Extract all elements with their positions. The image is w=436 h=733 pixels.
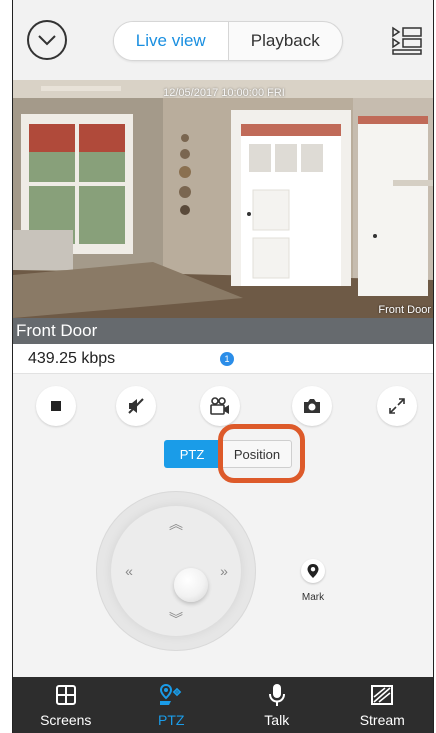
tab-live-view[interactable]: Live view — [114, 22, 229, 60]
snapshot-button[interactable] — [292, 386, 332, 426]
nav-item-talk[interactable]: Talk — [224, 677, 330, 733]
ptz-icon — [158, 683, 184, 707]
stop-button[interactable] — [36, 386, 76, 426]
pan-up-arrow-icon[interactable]: ︽ — [166, 514, 186, 534]
video-record-icon — [210, 397, 229, 415]
nav-label-screens: Screens — [40, 712, 92, 728]
location-pin-icon — [307, 564, 319, 578]
nav-item-ptz[interactable]: PTZ — [119, 677, 225, 733]
screens-icon — [53, 683, 79, 707]
tab-ptz-mode[interactable]: PTZ — [164, 440, 220, 468]
nav-label-ptz: PTZ — [158, 712, 185, 728]
page-indicator[interactable]: 1 — [220, 352, 234, 366]
mark-button[interactable] — [301, 559, 325, 583]
mute-button[interactable] — [116, 386, 156, 426]
nav-label-stream: Stream — [359, 712, 405, 728]
nav-item-screens[interactable]: Screens — [13, 677, 119, 733]
pan-left-arrow-icon[interactable]: « — [119, 561, 139, 581]
nav-label-talk: Talk — [264, 712, 290, 728]
record-button[interactable] — [200, 386, 240, 426]
bottom-nav: Screens PTZ Talk Stream — [13, 677, 434, 733]
live-video-feed[interactable]: 12/05/2017 10:00:00 FRI Front Door — [13, 80, 433, 318]
view-mode-switch: Live view Playback — [113, 21, 343, 61]
device-list-icon — [392, 26, 422, 55]
expand-icon — [389, 398, 405, 414]
pan-right-arrow-icon[interactable]: » — [214, 561, 234, 581]
device-list-button[interactable] — [391, 26, 423, 56]
nav-item-stream[interactable]: Stream — [330, 677, 434, 733]
camera-name-bar: Front Door — [13, 318, 433, 344]
mark-label: Mark — [301, 592, 325, 603]
joystick-pad: ︽ ︾ « » — [111, 506, 241, 636]
app-frame: Live view Playback 12/05/2017 10:00:00 F… — [12, 0, 434, 733]
video-timestamp: 12/05/2017 10:00:00 FRI — [163, 87, 285, 99]
camera-scene-image — [13, 80, 433, 318]
camera-icon — [304, 399, 320, 413]
stream-status-row: 439.25 kbps 1 — [13, 344, 433, 374]
speaker-muted-icon — [128, 398, 144, 414]
stop-icon — [51, 401, 61, 411]
tab-playback[interactable]: Playback — [229, 22, 343, 60]
stream-icon — [369, 683, 395, 707]
joystick-knob[interactable] — [174, 568, 208, 602]
pan-down-arrow-icon[interactable]: ︾ — [166, 609, 186, 629]
ptz-joystick[interactable]: ︽ ︾ « » — [96, 491, 256, 651]
tab-position-mode[interactable]: Position — [222, 440, 292, 468]
chevron-down-icon — [38, 35, 56, 46]
video-camera-label: Front Door — [378, 304, 431, 316]
top-bar: Live view Playback — [13, 0, 433, 80]
collapse-button[interactable] — [27, 20, 67, 60]
bitrate-readout: 439.25 kbps — [28, 350, 116, 367]
fullscreen-button[interactable] — [377, 386, 417, 426]
microphone-icon — [264, 683, 290, 707]
